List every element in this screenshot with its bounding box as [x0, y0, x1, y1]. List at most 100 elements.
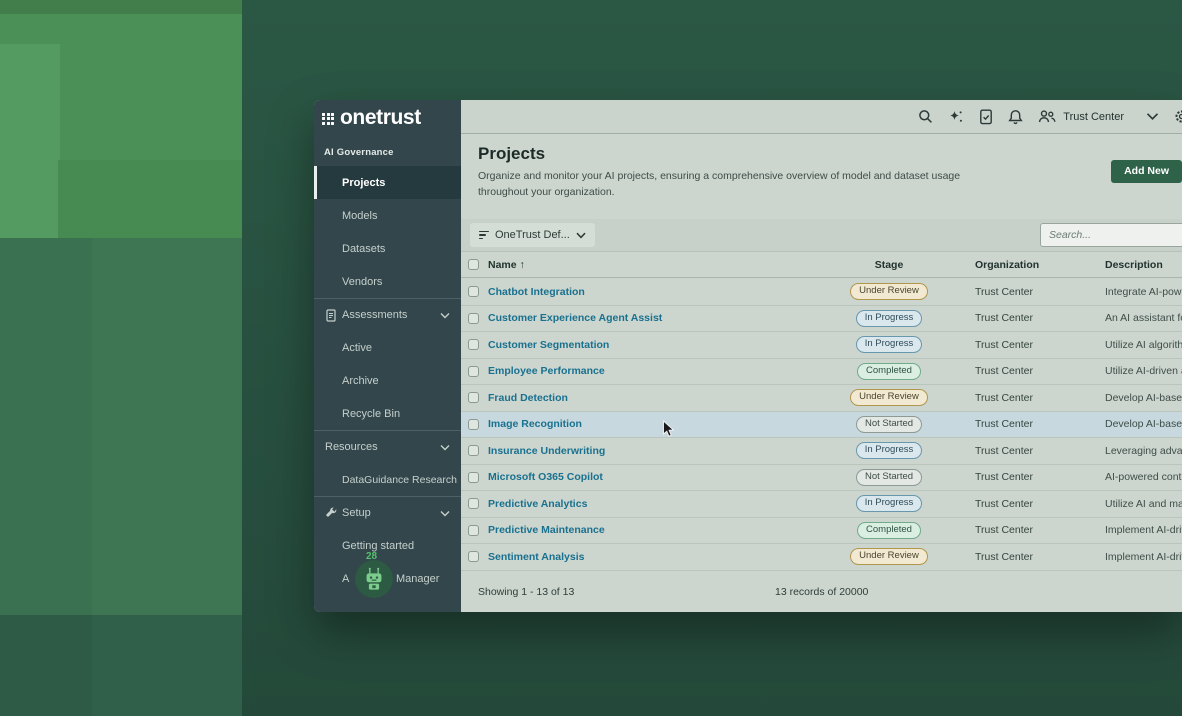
sidebar-item-datasets[interactable]: Datasets	[314, 232, 461, 265]
row-checkbox[interactable]	[468, 286, 479, 297]
logo[interactable]: onetrust	[314, 100, 461, 137]
table-row[interactable]: Customer Experience Agent Assist In Prog…	[461, 306, 1182, 333]
bg-block	[0, 44, 60, 238]
organization-cell: Trust Center	[975, 339, 1105, 351]
page-description: Organize and monitor your AI projects, e…	[478, 168, 983, 201]
description-cell: Develop AI-based f	[1105, 392, 1182, 404]
bg-block	[0, 238, 92, 615]
row-checkbox[interactable]	[468, 445, 479, 456]
project-name-link[interactable]: Fraud Detection	[488, 392, 840, 404]
sort-ascending-icon[interactable]: ↑	[520, 259, 525, 271]
filter-sort-icon	[479, 231, 489, 240]
sidebar-item-getting-started[interactable]: Getting started	[314, 529, 461, 562]
search-icon[interactable]	[918, 109, 933, 124]
stage-badge: Completed	[857, 522, 921, 539]
stage-badge: In Progress	[856, 495, 923, 512]
select-all-checkbox[interactable]	[468, 259, 479, 270]
sidebar-item-active[interactable]: Active	[314, 331, 461, 364]
row-checkbox[interactable]	[468, 366, 479, 377]
sidebar-item-assessments[interactable]: Assessments	[314, 298, 461, 331]
product-label: AI Governance	[314, 137, 461, 166]
sparkles-icon[interactable]	[948, 109, 964, 125]
sidebar-nav: Projects Models Datasets Vendors Assessm…	[314, 166, 461, 612]
records-count: 13 records of 20000	[775, 586, 868, 598]
project-name-link[interactable]: Chatbot Integration	[488, 286, 840, 298]
wrench-icon	[325, 507, 337, 519]
row-checkbox[interactable]	[468, 525, 479, 536]
chevron-down-icon[interactable]	[1146, 112, 1159, 121]
column-header-description[interactable]: Description	[1105, 259, 1182, 271]
table-row-highlighted[interactable]: Image Recognition Not Started Trust Cent…	[461, 412, 1182, 439]
notification-count-badge: 28	[366, 551, 377, 562]
row-checkbox[interactable]	[468, 339, 479, 350]
description-cell: Implement AI-drive	[1105, 524, 1182, 536]
search-input[interactable]	[1040, 223, 1182, 247]
project-name-link[interactable]: Employee Performance	[488, 365, 840, 377]
row-checkbox[interactable]	[468, 419, 479, 430]
table-row[interactable]: Customer Segmentation In Progress Trust …	[461, 332, 1182, 359]
sidebar-item-archive[interactable]: Archive	[314, 364, 461, 397]
table-row[interactable]: Insurance Underwriting In Progress Trust…	[461, 438, 1182, 465]
table-row[interactable]: Employee Performance Completed Trust Cen…	[461, 359, 1182, 386]
document-check-icon[interactable]	[979, 109, 993, 125]
column-header-stage[interactable]: Stage	[840, 259, 938, 271]
sidebar-item-recycle-bin[interactable]: Recycle Bin	[314, 397, 461, 430]
bg-block	[58, 160, 242, 238]
row-checkbox[interactable]	[468, 551, 479, 562]
description-cell: Utilize AI and mach	[1105, 498, 1182, 510]
sidebar-item-projects[interactable]: Projects	[314, 166, 461, 199]
chevron-down-icon	[576, 232, 586, 239]
description-cell: AI-powered conten	[1105, 471, 1182, 483]
row-checkbox[interactable]	[468, 498, 479, 509]
table-row[interactable]: Predictive Maintenance Completed Trust C…	[461, 518, 1182, 545]
organization-cell: Trust Center	[975, 498, 1105, 510]
column-header-name[interactable]: Name ↑	[488, 259, 840, 271]
bell-icon[interactable]	[1008, 109, 1023, 125]
sidebar-item-vendors[interactable]: Vendors	[314, 265, 461, 298]
table-row[interactable]: Sentiment Analysis Under Review Trust Ce…	[461, 544, 1182, 571]
project-name-link[interactable]: Predictive Maintenance	[488, 524, 840, 536]
organization-cell: Trust Center	[975, 524, 1105, 536]
bg-block	[0, 0, 242, 14]
robot-icon	[361, 566, 387, 592]
chevron-down-icon[interactable]	[440, 312, 450, 319]
sidebar-item-dataguidance-research[interactable]: DataGuidance Research	[314, 463, 461, 496]
organization-cell: Trust Center	[975, 471, 1105, 483]
bg-block	[92, 615, 242, 716]
row-checkbox[interactable]	[468, 392, 479, 403]
assistant-avatar[interactable]	[355, 560, 393, 598]
organization-cell: Trust Center	[975, 418, 1105, 430]
table-row[interactable]: Chatbot Integration Under Review Trust C…	[461, 279, 1182, 306]
row-checkbox[interactable]	[468, 472, 479, 483]
project-name-link[interactable]: Insurance Underwriting	[488, 445, 840, 457]
project-name-link[interactable]: Customer Segmentation	[488, 339, 840, 351]
row-checkbox[interactable]	[468, 313, 479, 324]
stage-badge: Not Started	[856, 469, 922, 486]
table-row[interactable]: Microsoft O365 Copilot Not Started Trust…	[461, 465, 1182, 492]
chevron-down-icon[interactable]	[440, 444, 450, 451]
stage-badge: Under Review	[850, 389, 928, 406]
chevron-down-icon[interactable]	[440, 510, 450, 517]
project-name-link[interactable]: Customer Experience Agent Assist	[488, 312, 840, 324]
sidebar-item-resources[interactable]: Resources	[314, 430, 461, 463]
sidebar-item-models[interactable]: Models	[314, 199, 461, 232]
description-cell: Implement AI-drive	[1105, 551, 1182, 563]
table-row[interactable]: Fraud Detection Under Review Trust Cente…	[461, 385, 1182, 412]
organization-cell: Trust Center	[975, 365, 1105, 377]
description-cell: Utilize AI-driven an	[1105, 365, 1182, 377]
project-name-link[interactable]: Predictive Analytics	[488, 498, 840, 510]
logo-text: onetrust	[340, 107, 421, 130]
app-grid-icon[interactable]	[322, 113, 334, 125]
gear-icon[interactable]	[1174, 109, 1182, 125]
view-selector-button[interactable]: OneTrust Def...	[470, 223, 595, 247]
add-new-button[interactable]: Add New	[1111, 160, 1182, 183]
stage-badge: Completed	[857, 363, 921, 380]
column-header-organization[interactable]: Organization	[975, 259, 1105, 271]
people-icon	[1038, 109, 1056, 124]
project-name-link[interactable]: Sentiment Analysis	[488, 551, 840, 563]
account-switcher[interactable]: Trust Center	[1038, 109, 1159, 124]
table-row[interactable]: Predictive Analytics In Progress Trust C…	[461, 491, 1182, 518]
top-header-bar: Trust Center	[461, 100, 1182, 134]
project-name-link[interactable]: Microsoft O365 Copilot	[488, 471, 840, 483]
sidebar-item-setup[interactable]: Setup	[314, 496, 461, 529]
